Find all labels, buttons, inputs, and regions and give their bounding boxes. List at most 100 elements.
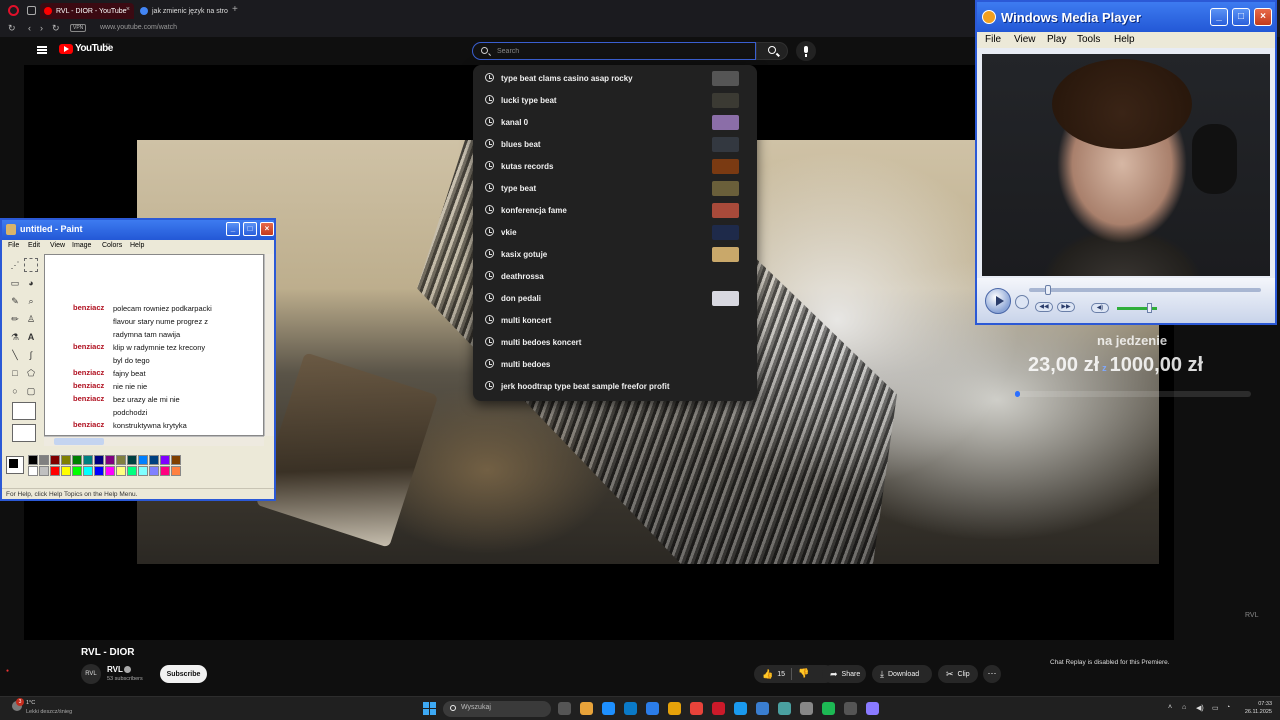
tool-option-opaque-icon[interactable] — [12, 402, 36, 420]
tab-youtube[interactable]: RVL - DIOR - YouTube × — [40, 3, 134, 19]
rounded-rect-icon[interactable]: ▢ — [24, 384, 38, 398]
channel-name[interactable]: RVL — [107, 665, 123, 674]
taskbar-app-icon[interactable] — [866, 702, 879, 715]
wmp-mute-button[interactable]: ◀) — [1091, 303, 1109, 313]
taskbar-clock[interactable]: 07:33 26.11.2025 — [1242, 700, 1272, 716]
color-swatch[interactable] — [61, 466, 71, 476]
scrollbar-thumb[interactable] — [54, 438, 104, 445]
color-swatch[interactable] — [138, 455, 148, 465]
paint-menu-edit[interactable]: Edit — [28, 242, 40, 249]
start-button[interactable] — [423, 702, 436, 715]
airbrush-icon[interactable]: ⚗ — [8, 330, 22, 344]
weather-temperature[interactable]: 1°C — [26, 700, 35, 706]
menu-icon[interactable] — [37, 46, 47, 54]
reload-icon[interactable]: ↻ — [8, 23, 16, 34]
color-swatch[interactable] — [83, 466, 93, 476]
paint-menu-image[interactable]: Image — [72, 242, 91, 249]
color-swatch[interactable] — [105, 455, 115, 465]
suggestion-item[interactable]: multi bedoes koncert — [473, 331, 757, 353]
wmp-volume-slider[interactable] — [1117, 303, 1157, 313]
suggestion-item[interactable]: type beat clams casino asap rocky — [473, 67, 757, 89]
vpn-badge[interactable]: VPN — [70, 24, 87, 32]
close-button[interactable]: × — [1254, 8, 1272, 26]
wmp-menu-tools[interactable]: Tools — [1077, 34, 1100, 45]
curve-icon[interactable]: ∫ — [24, 348, 38, 362]
back-icon[interactable]: ‹ — [28, 23, 31, 33]
refresh-icon[interactable]: ↻ — [52, 23, 60, 34]
taskbar-app-icon[interactable] — [624, 702, 637, 715]
suggestion-item[interactable]: multi koncert — [473, 309, 757, 331]
wmp-menu-view[interactable]: View — [1014, 34, 1036, 45]
search-box[interactable] — [472, 42, 756, 60]
tray-network-icon[interactable]: ⌂ — [1182, 704, 1186, 711]
taskbar-app-icon[interactable] — [558, 702, 571, 715]
taskbar-app-icon[interactable] — [778, 702, 791, 715]
minimize-button[interactable]: _ — [1210, 8, 1228, 26]
suggestion-item[interactable]: type beat — [473, 177, 757, 199]
color-swatch[interactable] — [83, 455, 93, 465]
suggestion-item[interactable]: blues beat — [473, 133, 757, 155]
wmp-previous-button[interactable]: ◀◀ — [1035, 302, 1053, 312]
taskbar-app-icon[interactable] — [690, 702, 703, 715]
taskbar-app-icon[interactable] — [602, 702, 615, 715]
vertical-scrollbar[interactable] — [264, 254, 274, 436]
channel-watermark-icon[interactable]: RVL — [1245, 612, 1259, 622]
paint-menu-help[interactable]: Help — [130, 242, 144, 249]
suggestion-item[interactable]: kanal 0 — [473, 111, 757, 133]
suggestion-item[interactable]: don pedali — [473, 287, 757, 309]
like-icon[interactable]: 👍 — [762, 669, 773, 680]
color-swatch[interactable] — [116, 466, 126, 476]
taskbar-app-icon[interactable] — [844, 702, 857, 715]
suggestion-item[interactable]: konferencja fame — [473, 199, 757, 221]
taskbar-app-icon[interactable] — [734, 702, 747, 715]
youtube-logo-icon[interactable] — [59, 44, 73, 54]
channel-avatar[interactable]: RVL — [81, 664, 101, 684]
tab-search-icon[interactable] — [27, 6, 36, 15]
wmp-stop-button[interactable] — [1015, 295, 1029, 309]
color-swatch[interactable] — [127, 455, 137, 465]
color-swatch[interactable] — [171, 455, 181, 465]
text-icon[interactable]: A — [24, 330, 38, 344]
rect-select-icon[interactable] — [24, 258, 38, 272]
tool-option-transparent-icon[interactable] — [12, 424, 36, 442]
suggestion-item[interactable]: kasix gotuje — [473, 243, 757, 265]
suggestion-thumbnail[interactable] — [712, 181, 739, 196]
color-swatch[interactable] — [127, 466, 137, 476]
wmp-titlebar[interactable]: Windows Media Player _ □ × — [977, 2, 1275, 32]
suggestion-thumbnail[interactable] — [712, 93, 739, 108]
more-actions-button[interactable]: ··· — [983, 665, 1001, 683]
wmp-play-button[interactable] — [985, 288, 1011, 314]
eraser-icon[interactable]: ▭ — [8, 276, 22, 290]
taskbar-app-icon[interactable] — [712, 702, 725, 715]
wmp-next-button[interactable]: ▶▶ — [1057, 302, 1075, 312]
color-swatch[interactable] — [105, 466, 115, 476]
color-swatch[interactable] — [50, 466, 60, 476]
wmp-menu-play[interactable]: Play — [1047, 34, 1066, 45]
taskbar-app-icon[interactable] — [668, 702, 681, 715]
color-swatch[interactable] — [39, 455, 49, 465]
taskbar-app-icon[interactable] — [646, 702, 659, 715]
wmp-seek-knob[interactable] — [1045, 285, 1051, 295]
suggestion-thumbnail[interactable] — [712, 159, 739, 174]
search-input[interactable] — [497, 45, 747, 57]
color-swatch[interactable] — [39, 466, 49, 476]
paint-menu-file[interactable]: File — [8, 242, 19, 249]
color-swatch[interactable] — [138, 466, 148, 476]
magnifier-icon[interactable]: ⌕ — [24, 294, 38, 308]
tray-notification-icon[interactable]: ◔ — [1226, 704, 1230, 711]
color-swatch[interactable] — [28, 466, 38, 476]
weather-description[interactable]: Lekki deszcz/śnieg — [26, 709, 72, 715]
wmp-seek-bar[interactable] — [1029, 285, 1261, 295]
color-swatch[interactable] — [50, 455, 60, 465]
close-button[interactable]: × — [260, 222, 274, 236]
color-swatch[interactable] — [94, 455, 104, 465]
color-swatch[interactable] — [160, 455, 170, 465]
wmp-video-area[interactable] — [982, 54, 1270, 276]
pencil-icon[interactable]: ✏ — [8, 312, 22, 326]
maximize-button[interactable]: □ — [243, 222, 257, 236]
line-icon[interactable]: ╲ — [8, 348, 22, 362]
subscribe-button[interactable]: Subscribe — [160, 665, 207, 683]
opera-logo-icon[interactable] — [8, 5, 19, 16]
share-button[interactable]: ➦ Share — [822, 665, 866, 683]
paint-titlebar[interactable]: untitled - Paint _ □ × — [2, 220, 274, 240]
